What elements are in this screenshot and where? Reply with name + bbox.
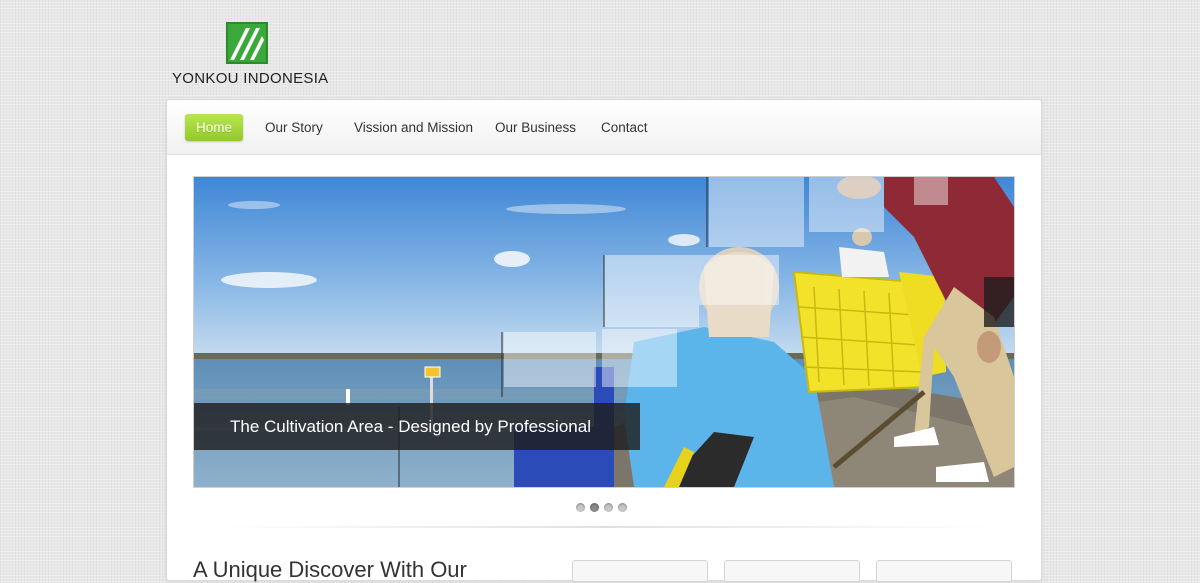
brand-name: YONKOU INDONESIA bbox=[172, 70, 329, 87]
section-heading: A Unique Discover With Our bbox=[193, 557, 467, 582]
site-logo[interactable]: YONKOU INDONESIA bbox=[170, 20, 330, 90]
feature-thumbnail-3[interactable] bbox=[876, 560, 1012, 582]
nav-home[interactable]: Home bbox=[185, 114, 244, 141]
slide-dot-1[interactable] bbox=[576, 503, 585, 512]
nav-vission-and-mission[interactable]: Vission and Mission bbox=[354, 114, 473, 141]
nav-our-business[interactable]: Our Business bbox=[495, 114, 576, 141]
leaf-logo-icon bbox=[226, 22, 268, 64]
slide-caption: The Cultivation Area - Designed by Profe… bbox=[194, 403, 640, 450]
divider bbox=[220, 526, 990, 528]
nav-our-story[interactable]: Our Story bbox=[265, 114, 323, 141]
main-navigation: Home Our Story Vission and Mission Our B… bbox=[167, 100, 1041, 155]
image-slider[interactable]: The Cultivation Area - Designed by Profe… bbox=[193, 176, 1015, 488]
nav-contact[interactable]: Contact bbox=[601, 114, 648, 141]
slide-dot-2[interactable] bbox=[590, 503, 599, 512]
slide-dot-4[interactable] bbox=[618, 503, 627, 512]
slide-dot-3[interactable] bbox=[604, 503, 613, 512]
feature-thumbnail-2[interactable] bbox=[724, 560, 860, 582]
feature-thumbnail-1[interactable] bbox=[572, 560, 708, 582]
